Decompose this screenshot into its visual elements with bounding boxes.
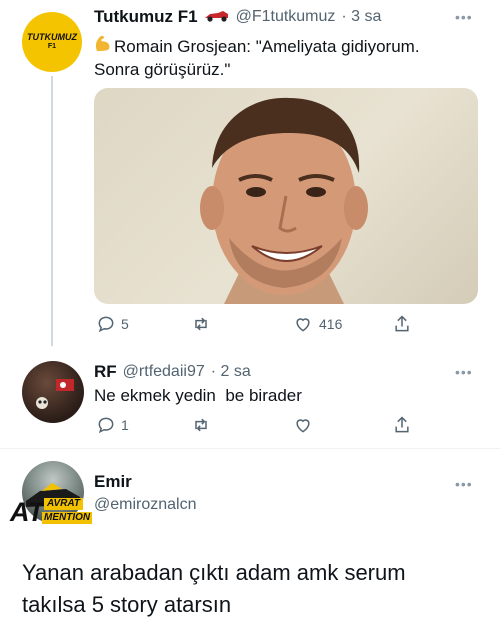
more-icon[interactable]: ••• xyxy=(455,9,473,25)
avatar-text: TUTKUMUZ xyxy=(27,32,77,42)
avatar-subtext: F1 xyxy=(47,43,57,50)
reply-button[interactable]: 1 xyxy=(96,415,129,435)
flexed-biceps-icon xyxy=(94,34,114,58)
retweet-icon xyxy=(195,317,207,331)
tweet-header: RF @rtfedaii97 · 2 sa xyxy=(94,362,251,382)
caption-line1: Yanan arabadan çıktı adam amk serum xyxy=(22,560,406,585)
heart-icon xyxy=(296,419,310,433)
retweet-button[interactable] xyxy=(190,415,212,435)
reply-icon xyxy=(98,417,114,434)
avatar-rf[interactable] xyxy=(22,361,84,423)
reply-icon xyxy=(98,316,114,333)
share-button[interactable] xyxy=(392,313,412,335)
tweet-text-line2: Sonra görüşürüz." xyxy=(94,60,231,79)
author-handle[interactable]: @F1tutkumuz xyxy=(236,8,336,26)
author-name[interactable]: Tutkumuz F1 xyxy=(94,7,198,27)
more-icon[interactable]: ••• xyxy=(455,364,473,380)
tweet-text-line1: Romain Grosjean: "Ameliyata gidiyorum. xyxy=(114,36,420,56)
like-button[interactable] xyxy=(292,415,314,435)
author-handle[interactable]: @rtfedaii97 xyxy=(123,363,205,381)
tweet-text: Ne ekmek yedin be birader xyxy=(94,386,302,405)
share-button[interactable] xyxy=(392,414,412,436)
like-count: 416 xyxy=(319,316,343,332)
caption: Yanan arabadan çıktı adam amk serum takı… xyxy=(22,557,492,621)
reply-count: 1 xyxy=(121,417,129,433)
tweet-text: Romain Grosjean: "Ameliyata gidiyorum. S… xyxy=(94,34,484,81)
reply-count: 5 xyxy=(121,316,129,332)
author-name[interactable]: Emir xyxy=(94,472,132,492)
logo-bottom-text: MENTION xyxy=(42,512,93,524)
share-icon xyxy=(395,315,409,332)
portrait-illustration xyxy=(200,97,368,304)
share-icon xyxy=(395,416,409,433)
retweet-button[interactable] xyxy=(190,314,212,334)
logo-top-text: AVRAT xyxy=(44,498,83,510)
avatar-overlay-logo: AT AVRAT MENTION xyxy=(10,497,93,529)
logo-big-text: AT xyxy=(10,497,44,527)
more-icon[interactable]: ••• xyxy=(455,476,473,492)
like-button[interactable]: 416 xyxy=(292,314,342,334)
tweet-time[interactable]: · 3 sa xyxy=(341,8,381,26)
race-car-icon xyxy=(204,8,230,27)
tweet-photo[interactable] xyxy=(94,88,478,304)
divider xyxy=(0,448,500,449)
heart-icon xyxy=(296,318,310,332)
reply-button[interactable]: 5 xyxy=(96,314,129,334)
caption-line2: takılsa 5 story atarsın xyxy=(22,592,232,617)
thread-line xyxy=(51,76,53,346)
retweet-icon xyxy=(195,418,207,432)
tweet-time[interactable]: · 2 sa xyxy=(211,363,251,381)
avatar-tutkumuz[interactable]: TUTKUMUZ F1 xyxy=(22,12,82,72)
author-handle[interactable]: @emiroznalcn xyxy=(94,496,197,514)
tweet-header: Tutkumuz F1 @F1tutkumuz · 3 sa xyxy=(94,7,381,27)
author-name[interactable]: RF xyxy=(94,362,117,382)
